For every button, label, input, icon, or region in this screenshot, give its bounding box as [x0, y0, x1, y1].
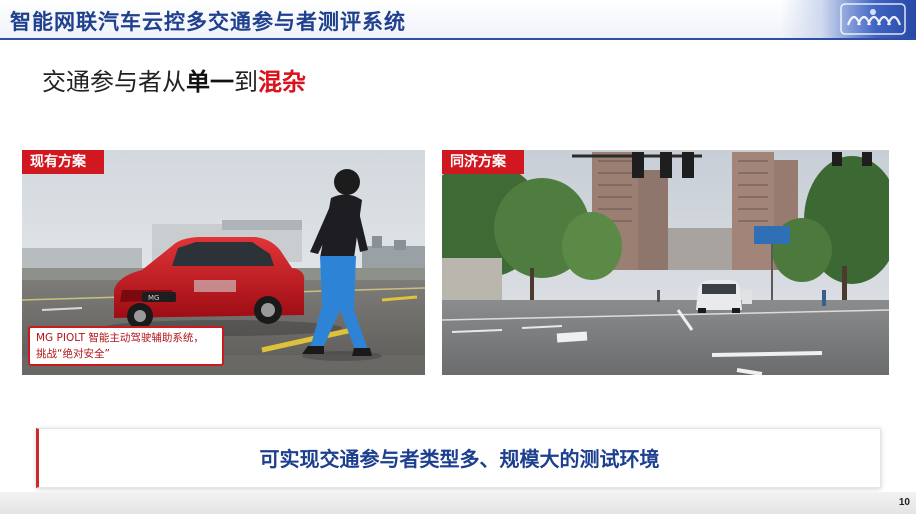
university-crest-icon — [840, 3, 906, 35]
header-bar: 智能网联汽车云控多交通参与者测评系统 — [0, 0, 916, 40]
heading-single: 单一 — [186, 68, 234, 96]
page-number: 10 — [898, 497, 910, 508]
summary-text: 可实现交通参与者类型多、规模大的测试环境 — [259, 447, 660, 471]
existing-solution-tag: 现有方案 — [22, 150, 104, 174]
heading-mixed: 混杂 — [258, 68, 306, 96]
header-logo-area — [781, 0, 916, 38]
existing-solution-caption: MG PIOLT 智能主动驾驶辅助系统， 挑战“绝对安全” — [28, 326, 224, 366]
summary-box: 可实现交通参与者类型多、规模大的测试环境 — [36, 428, 881, 488]
slide-heading: 交通参与者从单一到混杂 — [42, 62, 306, 97]
tongji-solution-panel: 同济方案 — [442, 150, 889, 375]
existing-solution-panel: MG 现有方案 MG PIOLT 智能主动驾驶辅助系统， 挑战“绝对安全” — [22, 150, 425, 375]
header-divider — [0, 38, 916, 40]
footer-bar — [0, 492, 916, 514]
caption-line-2: 挑战“绝对安全” — [36, 348, 110, 360]
plate-text: MG — [148, 294, 159, 302]
heading-prefix: 交通参与者从 — [42, 68, 186, 96]
heading-middle: 到 — [234, 68, 258, 96]
caption-line-1: MG PIOLT 智能主动驾驶辅助系统， — [36, 332, 204, 344]
tongji-solution-photo — [442, 150, 889, 375]
tongji-solution-tag: 同济方案 — [442, 150, 524, 174]
header-title: 智能网联汽车云控多交通参与者测评系统 — [10, 10, 406, 34]
